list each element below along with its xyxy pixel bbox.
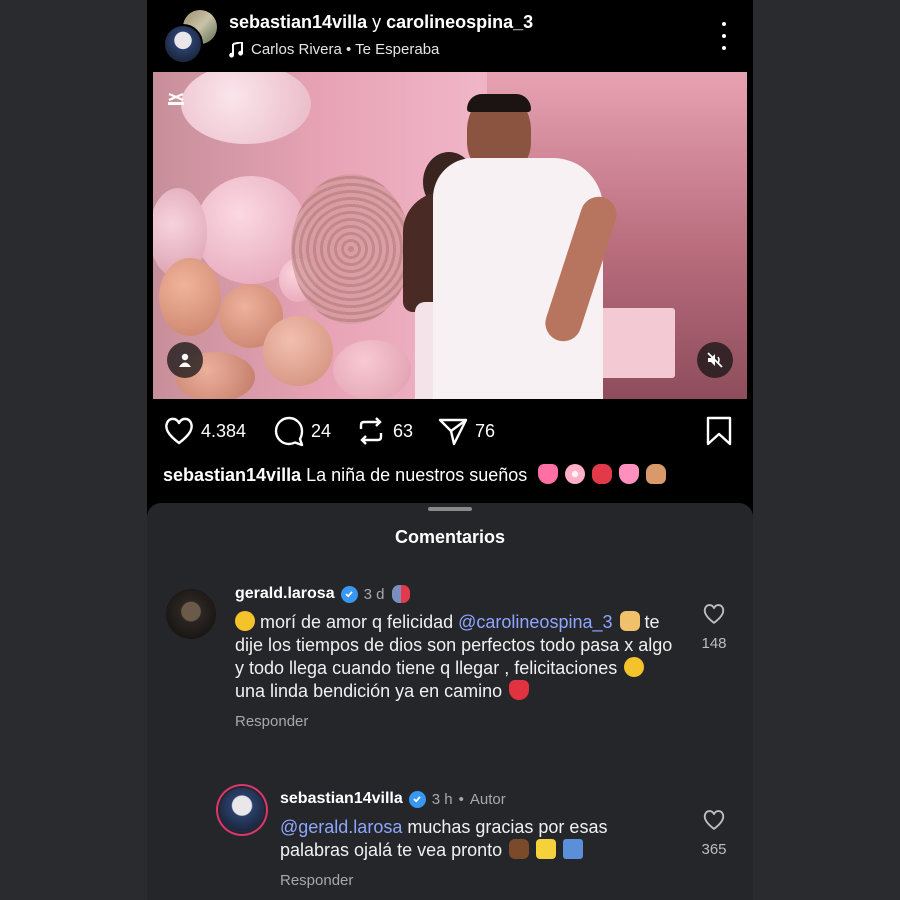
- like-button[interactable]: 4.384: [163, 402, 246, 460]
- heart-icon: [703, 604, 725, 624]
- like-count: 4.384: [201, 420, 247, 441]
- comment-icon: [274, 416, 304, 447]
- raising-hands-emoji: [619, 611, 640, 631]
- capcut-watermark-icon: [168, 92, 184, 105]
- reply-button[interactable]: Responder: [280, 872, 680, 889]
- comment-time: 3 d: [363, 585, 385, 603]
- man-figure: [423, 94, 622, 399]
- muted-speaker-icon[interactable]: [697, 342, 733, 378]
- share-button[interactable]: 76: [437, 402, 495, 460]
- comment-text-part: morí de amor q felicidad: [260, 612, 454, 632]
- comment-button[interactable]: 24: [273, 402, 331, 460]
- save-button[interactable]: [705, 416, 733, 451]
- sparkling-heart-emoji: [538, 464, 559, 484]
- post-caption: sebastian14villa La niña de nuestros sue…: [163, 464, 667, 486]
- author-2[interactable]: carolineospina_3: [386, 12, 533, 32]
- comment-time: 3 h: [431, 790, 453, 808]
- more-vertical-icon[interactable]: [719, 22, 729, 50]
- pink-heart-emoji: [619, 464, 640, 484]
- comment-mention[interactable]: @gerald.larosa: [280, 817, 402, 837]
- comment-username[interactable]: gerald.larosa: [235, 585, 335, 603]
- raising-hands-emoji: [509, 839, 530, 859]
- heart-icon: [165, 417, 193, 445]
- comment-like-count: 365: [701, 841, 727, 858]
- person-icon: [179, 353, 191, 367]
- music-note-icon: [229, 41, 243, 58]
- collab-avatars[interactable]: [163, 10, 217, 64]
- balloon: [159, 258, 221, 336]
- author-conjunction: y: [372, 12, 382, 32]
- post-header: sebastian14villa y carolineospina_3 Carl…: [147, 0, 753, 72]
- rattan-backdrop: [291, 174, 411, 324]
- author-1[interactable]: sebastian14villa: [229, 12, 367, 32]
- red-heart-emoji: [509, 680, 530, 700]
- caption-text: La niña de nuestros sueños: [306, 465, 528, 485]
- comment-like-count: 148: [701, 635, 727, 652]
- verified-badge-icon: [408, 790, 426, 808]
- comment-text: morí de amor q felicidad @carolineospina…: [235, 611, 675, 703]
- music-info[interactable]: Carlos Rivera • Te Esperaba: [229, 41, 439, 58]
- kissing-emoji: [624, 657, 645, 677]
- comment-text-part: una linda bendición ya en camino: [235, 681, 503, 701]
- comment-like[interactable]: 148: [694, 603, 734, 652]
- meta-separator: •: [458, 790, 464, 808]
- comment-username[interactable]: sebastian14villa: [280, 790, 403, 808]
- balloon: [181, 72, 311, 144]
- user-tag-icon[interactable]: [167, 342, 203, 378]
- verified-badge-icon: [340, 585, 358, 603]
- comment-text: @gerald.larosa muchas gracias por esas p…: [280, 816, 680, 862]
- avatar-gerald-larosa[interactable]: [166, 589, 216, 639]
- comment-like[interactable]: 365: [694, 809, 734, 858]
- ribbon-emoji: [592, 464, 613, 484]
- reply-button[interactable]: Responder: [235, 713, 675, 730]
- heart-eyes-emoji: [235, 611, 255, 631]
- avatar-sebastian14villa-reply[interactable]: [220, 788, 264, 832]
- comment-item: sebastian14villa 3 h • Autor @gerald.lar…: [280, 790, 680, 889]
- comment-count: 24: [311, 420, 332, 441]
- mute-icon: [707, 352, 723, 368]
- sticker-emoji: [392, 585, 411, 603]
- sheet-drag-handle[interactable]: [428, 507, 472, 511]
- heart-icon: [703, 810, 725, 830]
- repost-icon: [359, 417, 383, 445]
- soon-arrow-emoji: [563, 839, 584, 859]
- comment-item: gerald.larosa 3 d morí de amor q felicid…: [235, 585, 675, 730]
- post-screen: sebastian14villa y carolineospina_3 Carl…: [147, 0, 753, 900]
- repost-button[interactable]: 63: [355, 402, 413, 460]
- balloon: [333, 340, 411, 399]
- avatar-sebastian14villa[interactable]: [163, 24, 203, 64]
- bookmark-icon: [706, 416, 732, 446]
- cherry-blossom-emoji: [565, 464, 586, 484]
- repost-count: 63: [393, 420, 414, 441]
- author-badge: Autor: [469, 790, 506, 808]
- balloon: [263, 316, 333, 386]
- feet-emoji: [646, 464, 667, 484]
- comment-mention[interactable]: @carolineospina_3: [458, 612, 612, 632]
- sheet-title: Comentarios: [394, 527, 506, 547]
- post-authors[interactable]: sebastian14villa y carolineospina_3: [229, 12, 533, 33]
- comments-sheet: Comentarios gerald.larosa 3 d morí de am…: [147, 503, 753, 900]
- share-count: 76: [475, 420, 496, 441]
- send-icon: [438, 418, 468, 446]
- post-video[interactable]: [153, 72, 747, 399]
- music-label: Carlos Rivera • Te Esperaba: [251, 41, 440, 58]
- caption-username[interactable]: sebastian14villa: [163, 465, 301, 485]
- sparkles-emoji: [536, 839, 557, 859]
- action-bar: 4.384 24 63 76: [147, 402, 753, 460]
